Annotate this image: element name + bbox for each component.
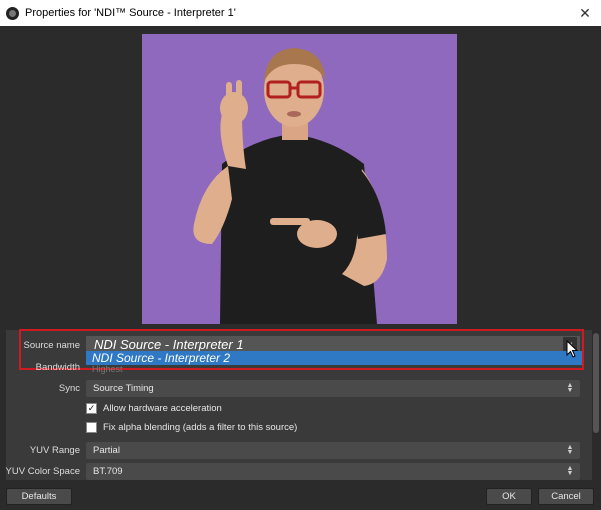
sync-label: Sync [58, 383, 80, 394]
yuv-range-value: Partial [93, 445, 120, 456]
updown-arrow-icon: ▲ ▼ [566, 465, 574, 477]
sync-value: Source Timing [93, 383, 154, 394]
interpreter-person-illustration [142, 34, 457, 324]
sync-combo[interactable]: Source Timing ▲ ▼ [86, 380, 580, 397]
preview-area [0, 26, 601, 324]
allow-hardware-acceleration-checkbox[interactable]: ✓ Allow hardware acceleration [86, 403, 222, 414]
bandwidth-value[interactable]: Highest [92, 364, 123, 374]
obs-app-icon [6, 6, 19, 20]
defaults-button[interactable]: Defaults [6, 488, 72, 505]
close-icon[interactable]: ✕ [575, 3, 595, 23]
checkbox-unchecked-icon[interactable] [86, 422, 97, 433]
yuv-color-space-value: BT.709 [93, 466, 123, 477]
checkbox-checked-icon[interactable]: ✓ [86, 403, 97, 414]
yuv-range-combo[interactable]: Partial ▲ ▼ [86, 442, 580, 459]
fix-alpha-blending-checkbox[interactable]: Fix alpha blending (adds a filter to thi… [86, 422, 297, 433]
updown-arrow-icon: ▲ ▼ [566, 444, 574, 456]
fix-alpha-blending-label: Fix alpha blending (adds a filter to thi… [103, 422, 298, 433]
window-title: Properties for 'NDI™ Source - Interprete… [25, 7, 236, 19]
updown-arrow-icon: ▲ ▼ [566, 382, 574, 394]
source-preview-image [142, 34, 457, 324]
ok-button[interactable]: OK [486, 488, 532, 505]
properties-scrollbar[interactable] [593, 333, 599, 433]
bandwidth-label: Bandwidth [35, 362, 80, 373]
allow-hardware-acceleration-label: Allow hardware acceleration [103, 403, 222, 414]
yuv-color-space-combo[interactable]: BT.709 ▲ ▼ [86, 463, 580, 480]
yuv-range-label: YUV Range [29, 445, 80, 456]
cancel-button[interactable]: Cancel [538, 488, 594, 505]
mouse-cursor-icon [566, 340, 579, 358]
title-bar: Properties for 'NDI™ Source - Interprete… [0, 0, 601, 26]
yuv-color-space-label: YUV Color Space [5, 466, 80, 477]
